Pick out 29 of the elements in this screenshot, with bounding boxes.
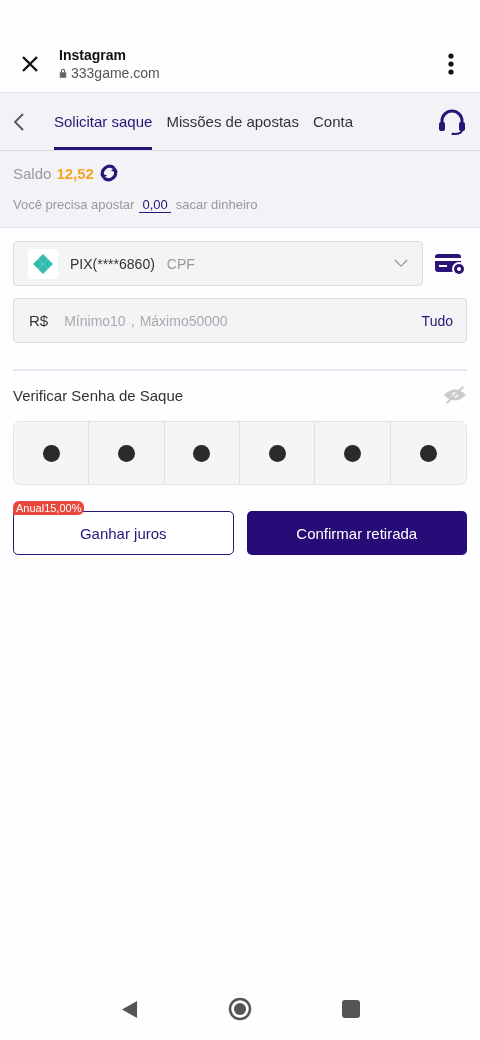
headset-icon[interactable] — [438, 108, 466, 135]
page-title: Instagram — [59, 47, 127, 63]
recents-nav-icon[interactable] — [341, 1000, 360, 1018]
page-url: 333game.com — [71, 65, 160, 81]
home-nav-icon[interactable] — [227, 997, 252, 1021]
chevron-down-icon — [394, 259, 408, 268]
tab[interactable]: Conta — [312, 93, 353, 150]
card-settings-icon[interactable] — [435, 251, 467, 276]
pix-logo-icon — [28, 248, 58, 279]
account-select[interactable]: PIX(****6860) CPF — [13, 241, 423, 286]
amount-field[interactable]: R$ Mínimo10，Máximo50000 Tudo — [13, 298, 467, 343]
notice-text: sacar dinheiro — [175, 197, 258, 213]
confirm-button[interactable]: Confirmar retirada — [246, 511, 467, 555]
pin-field[interactable] — [13, 421, 467, 485]
bet-amount: 0,00 — [139, 197, 171, 213]
balance-amount: 12,52 — [56, 164, 94, 182]
back-icon[interactable] — [14, 112, 24, 131]
back-nav-icon[interactable] — [120, 999, 138, 1019]
lock-icon — [59, 68, 67, 78]
notice-text: Você precisa apostar — [13, 197, 135, 213]
rate-badge: Anual15,00% — [13, 501, 85, 515]
balance-label: Saldo — [13, 164, 52, 182]
all-button[interactable]: Tudo — [421, 312, 453, 329]
tab[interactable]: Solicitar saque — [54, 93, 153, 150]
close-icon[interactable] — [20, 54, 40, 74]
refresh-icon[interactable] — [98, 163, 119, 183]
more-icon[interactable] — [448, 53, 454, 75]
password-label: Verificar Senha de Saque — [13, 386, 184, 404]
tab[interactable]: Missões de apostas — [166, 93, 299, 150]
